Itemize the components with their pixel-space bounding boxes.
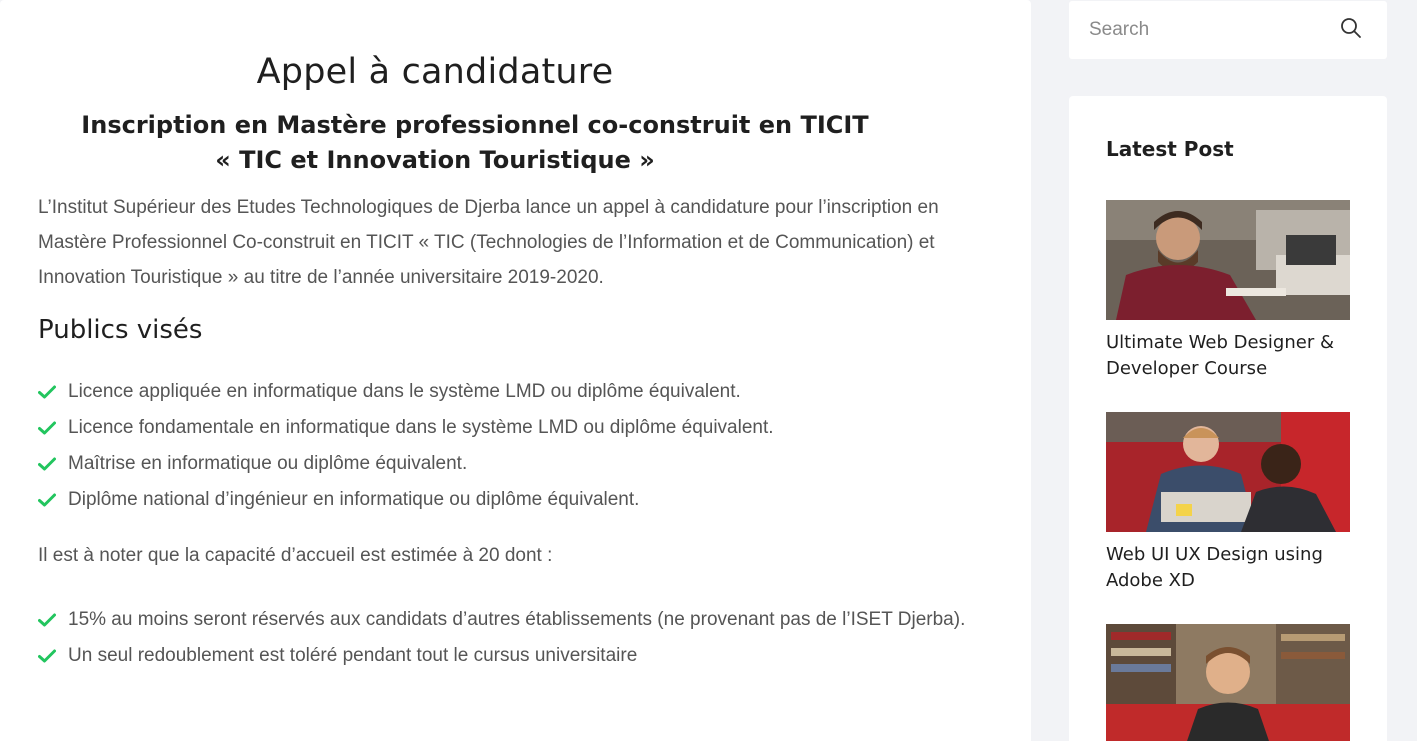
post-title-link[interactable]: Ultimate Web Designer & Developer Course bbox=[1106, 330, 1356, 382]
section-heading-publics: Publics visés bbox=[38, 315, 203, 345]
article-subtitle: Inscription en Mastère professionnel co-… bbox=[81, 111, 869, 139]
check-icon bbox=[38, 613, 68, 627]
latest-posts-title: Latest Post bbox=[1106, 137, 1234, 161]
page-title: Appel à candidature bbox=[256, 52, 614, 92]
list-item: Un seul redoublement est toléré pendant … bbox=[38, 641, 998, 671]
check-icon bbox=[38, 385, 68, 399]
list-item: Licence appliquée en informatique dans l… bbox=[38, 377, 998, 407]
check-icon bbox=[38, 421, 68, 435]
list-item-text: Licence fondamentale en informatique dan… bbox=[68, 417, 774, 438]
check-icon bbox=[38, 493, 68, 507]
list-item-text: Un seul redoublement est toléré pendant … bbox=[68, 645, 638, 666]
search-input[interactable] bbox=[1069, 1, 1329, 59]
list-item-text: Diplôme national d’ingénieur en informat… bbox=[68, 489, 640, 510]
list-item-text: 15% au moins seront réservés aux candida… bbox=[68, 609, 966, 630]
publics-list: Licence appliquée en informatique dans l… bbox=[38, 377, 998, 521]
list-item-text: Licence appliquée en informatique dans l… bbox=[68, 381, 741, 402]
post-thumbnail[interactable] bbox=[1106, 624, 1350, 741]
article-subtitle-program: « TIC et Innovation Touristique » bbox=[215, 146, 655, 174]
search-icon[interactable] bbox=[1340, 17, 1362, 44]
check-icon bbox=[38, 457, 68, 471]
check-icon bbox=[38, 649, 68, 663]
capacity-note: Il est à noter que la capacité d’accueil… bbox=[38, 545, 553, 566]
list-item: Maîtrise en informatique ou diplôme équi… bbox=[38, 449, 998, 479]
list-item: 15% au moins seront réservés aux candida… bbox=[38, 605, 998, 635]
list-item: Diplôme national d’ingénieur en informat… bbox=[38, 485, 998, 515]
article-intro: L’Institut Supérieur des Etudes Technolo… bbox=[38, 197, 939, 288]
post-thumbnail[interactable] bbox=[1106, 412, 1350, 532]
list-item-text: Maîtrise en informatique ou diplôme équi… bbox=[68, 453, 468, 474]
list-item: Licence fondamentale en informatique dan… bbox=[38, 413, 998, 443]
conditions-list: 15% au moins seront réservés aux candida… bbox=[38, 605, 998, 677]
post-title-link[interactable]: Web UI UX Design using Adobe XD bbox=[1106, 542, 1356, 594]
post-thumbnail[interactable] bbox=[1106, 200, 1350, 320]
